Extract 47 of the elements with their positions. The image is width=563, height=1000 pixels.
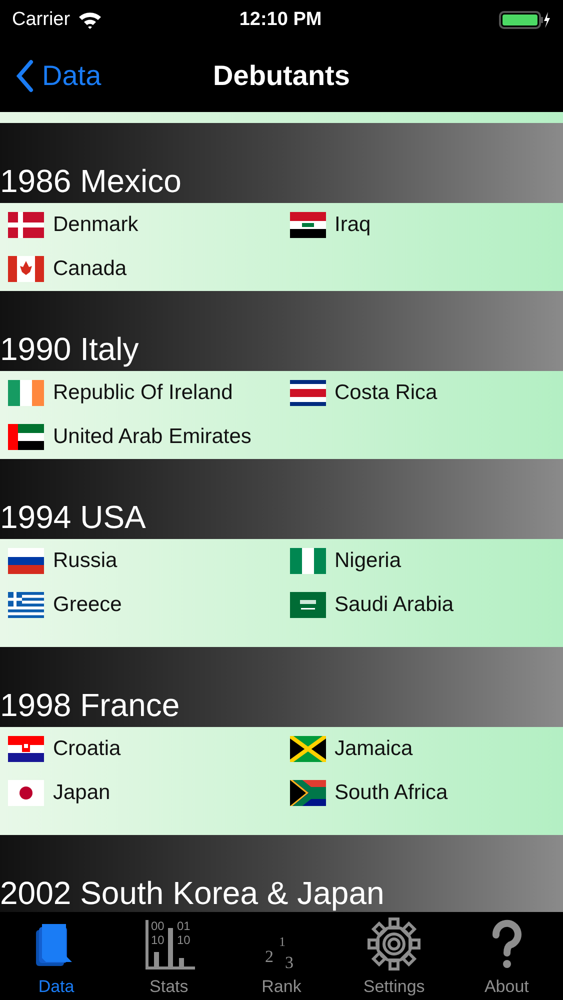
settings-icon <box>366 916 422 972</box>
team-row[interactable]: Costa Rica <box>282 371 563 415</box>
team-row[interactable]: Jamaica <box>282 727 563 771</box>
team-row[interactable]: Russia <box>0 539 282 583</box>
wifi-icon <box>78 11 102 29</box>
flag-icon <box>8 212 44 238</box>
flag-icon <box>290 212 326 238</box>
flag-icon <box>290 736 326 762</box>
section-header: 2002 South Korea & Japan <box>0 835 563 912</box>
chevron-left-icon <box>16 59 34 93</box>
flag-icon <box>290 380 326 406</box>
flag-icon <box>8 380 44 406</box>
flag-icon <box>8 592 44 618</box>
team-row[interactable]: Republic Of Ireland <box>0 371 282 415</box>
tab-bar-item[interactable]: 00 01 10 10 Stats <box>112 912 226 1000</box>
team-row[interactable]: South Africa <box>282 771 563 815</box>
screen-title: Debutants <box>213 59 350 93</box>
section-header: 1986 Mexico <box>0 123 563 203</box>
flag-icon <box>8 736 44 762</box>
ranking-icon: 2 1 3 <box>253 916 310 972</box>
flag-icon <box>290 548 326 574</box>
back-button[interactable]: Data <box>0 55 102 97</box>
team-row[interactable]: United Arab Emirates <box>0 415 282 459</box>
flag-icon <box>8 424 44 450</box>
team-row[interactable]: Canada <box>0 247 282 291</box>
team-row[interactable]: Greece <box>0 583 282 627</box>
flag-icon <box>8 780 44 806</box>
section-header: 1994 USA <box>0 459 563 539</box>
team-row[interactable]: Nigeria <box>282 539 563 583</box>
flag-icon <box>8 256 44 282</box>
tab-bar-item[interactable]: Settings <box>338 912 450 1000</box>
team-row[interactable]: Japan <box>0 771 282 815</box>
clock-label: 12:10 PM <box>238 8 323 32</box>
section-header: 1990 Italy <box>0 291 563 371</box>
flag-icon <box>290 592 326 618</box>
flag-icon <box>8 548 44 574</box>
team-row[interactable]: Saudi Arabia <box>282 583 563 627</box>
battery-icon <box>499 10 551 30</box>
flag-icon <box>290 780 326 806</box>
team-row[interactable]: Denmark <box>0 203 282 247</box>
team-row[interactable]: Iraq <box>282 203 563 247</box>
tab-bar-item[interactable]: Data <box>0 912 113 1000</box>
team-row[interactable]: Croatia <box>0 727 282 771</box>
tab-bar-item[interactable]: About <box>450 912 563 1000</box>
tab-bar-item[interactable]: 2 1 3 Rank <box>225 912 338 1000</box>
carrier-label: Carrier <box>12 8 70 32</box>
section-header: 1998 France <box>0 647 563 727</box>
